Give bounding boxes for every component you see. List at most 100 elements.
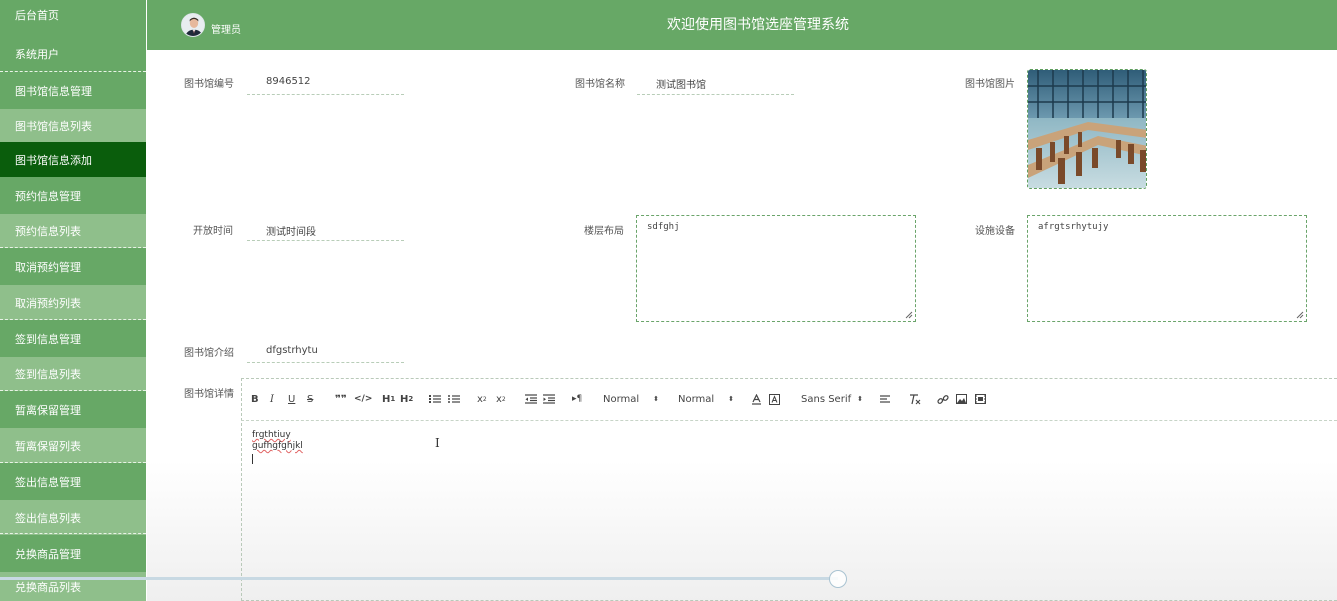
select-arrows-icon: ⬍ [653,395,659,403]
sidebar-item-11[interactable]: 签到信息列表 [0,357,146,391]
sidebar-item-1[interactable]: 后台首页 [0,0,146,30]
font-color-icon[interactable] [751,393,762,405]
ordered-list-icon[interactable] [429,393,441,405]
sidebar-item-label: 图书馆信息添加 [15,153,92,167]
sidebar-divider [0,533,146,534]
header2-icon[interactable]: H2 [400,393,413,405]
sidebar-item-4[interactable]: 图书馆信息列表 [0,109,146,142]
resize-grip-icon[interactable] [905,311,913,319]
sidebar-item-8[interactable]: 取消预约管理 [0,248,146,285]
text-caret [252,454,253,464]
library-no-label: 图书馆编号 [184,79,234,90]
editor-line-1[interactable]: frgthtiuy [252,430,291,440]
top-header: 管理员 欢迎使用图书馆选座管理系统 [147,0,1337,50]
sidebar-item-label: 预约信息列表 [15,225,81,238]
text-direction-icon[interactable]: ▸¶ [572,393,582,405]
select-arrows-icon: ⬍ [857,395,863,403]
sidebar-item-7[interactable]: 预约信息列表 [0,214,146,248]
sidebar-divider [0,390,146,391]
sidebar-item-label: 取消预约管理 [15,260,81,274]
sidebar-item-label: 系统用户 [15,47,59,61]
header-select-value: Normal [603,393,640,405]
library-image-upload[interactable] [1027,69,1147,189]
sidebar-item-13[interactable]: 暂离保留列表 [0,428,146,463]
blockquote-icon[interactable]: ❞❞ [335,393,347,405]
outdent-icon[interactable] [525,393,537,405]
sidebar-item-label: 取消预约列表 [15,296,81,310]
underline-icon[interactable]: U [288,393,295,405]
floor-layout-textarea[interactable]: sdfghj [636,215,916,322]
sidebar-divider [0,462,146,463]
sidebar-item-5[interactable]: 图书馆信息添加 [0,142,146,177]
background-color-icon[interactable] [769,393,780,405]
library-image-label: 图书馆图片 [965,79,1015,90]
open-time-underline [247,240,404,241]
sidebar-item-3[interactable]: 图书馆信息管理 [0,72,146,109]
slider-knob[interactable] [829,570,847,588]
library-no-underline [247,94,404,95]
library-name-label: 图书馆名称 [575,79,625,90]
align-icon[interactable] [880,393,891,405]
sidebar-item-label: 预约信息管理 [15,189,81,203]
facilities-textarea[interactable]: afrgtsrhytujy [1027,215,1307,322]
sidebar-item-14[interactable]: 签出信息管理 [0,463,146,500]
library-no-input[interactable]: 8946512 [266,76,311,87]
subscript-icon[interactable]: x2 [477,393,487,405]
sidebar-item-9[interactable]: 取消预约列表 [0,285,146,320]
facilities-value: afrgtsrhytujy [1038,222,1109,232]
font-select-value: Sans Serif [801,393,852,405]
indent-icon[interactable] [543,393,555,405]
admin-avatar[interactable] [181,13,205,37]
sidebar-item-label: 图书馆信息管理 [15,84,92,98]
link-icon[interactable] [937,393,949,405]
sidebar-item-label: 签到信息管理 [15,332,81,346]
library-photo [1028,70,1146,188]
sidebar-item-label: 签出信息列表 [15,511,81,525]
sidebar-item-6[interactable]: 预约信息管理 [0,177,146,214]
sidebar-item-2[interactable]: 系统用户 [0,36,146,71]
intro-input[interactable]: dfgstrhytu [266,345,318,356]
library-name-input[interactable]: 测试图书馆 [656,76,706,91]
sidebar-item-16[interactable]: 兑换商品管理 [0,535,146,572]
code-block-icon[interactable]: </> [354,393,372,405]
sidebar-divider [0,319,146,320]
editor-line-2[interactable]: gufhgfghjkl [252,441,303,451]
library-name-underline [637,94,794,95]
font-select[interactable]: Sans Serif ⬍ [801,393,863,405]
clear-format-icon[interactable] [909,393,921,405]
strike-icon[interactable]: S [307,393,313,405]
sidebar-item-label: 签到信息列表 [15,368,81,381]
sidebar-item-label: 图书馆信息列表 [15,119,92,133]
sidebar: 后台首页系统用户图书馆信息管理 图书馆信息列表 图书馆信息添加 预约信息管理 预约信息列… [0,0,146,601]
italic-icon[interactable]: I [270,393,274,405]
facilities-label: 设施设备 [975,226,1015,237]
bold-icon[interactable]: B [251,393,259,405]
header-select[interactable]: Normal ⬍ [603,393,659,405]
resize-grip-icon[interactable] [1296,311,1304,319]
floor-layout-label: 楼层布局 [584,226,624,237]
sidebar-item-label: 签出信息管理 [15,475,81,489]
sidebar-item-15[interactable]: 签出信息列表 [0,500,146,535]
select-arrows-icon: ⬍ [728,395,734,403]
ibeam-cursor-icon: I [435,436,440,450]
open-time-input[interactable]: 测试时间段 [266,223,316,238]
superscript-icon[interactable]: x2 [496,393,506,405]
video-icon[interactable] [975,393,986,405]
sidebar-item-label: 暂离保留列表 [15,439,81,453]
sidebar-item-12[interactable]: 暂离保留管理 [0,391,146,428]
intro-underline [247,362,404,363]
image-icon[interactable] [956,393,967,405]
bullet-list-icon[interactable] [448,393,460,405]
sidebar-item-10[interactable]: 签到信息管理 [0,320,146,357]
sidebar-item-label: 暂离保留管理 [15,403,81,417]
header1-icon[interactable]: H1 [382,393,395,405]
system-title: 欢迎使用图书馆选座管理系统 [667,17,849,33]
sidebar-item-label: 后台首页 [15,9,59,22]
open-time-label: 开放时间 [193,226,233,237]
size-select[interactable]: Normal ⬍ [678,393,734,405]
slider-track[interactable] [0,577,838,580]
admin-label: 管理员 [211,25,241,36]
intro-label: 图书馆介绍 [184,348,234,359]
sidebar-item-label: 兑换商品列表 [15,580,81,594]
details-label: 图书馆详情 [184,389,234,400]
